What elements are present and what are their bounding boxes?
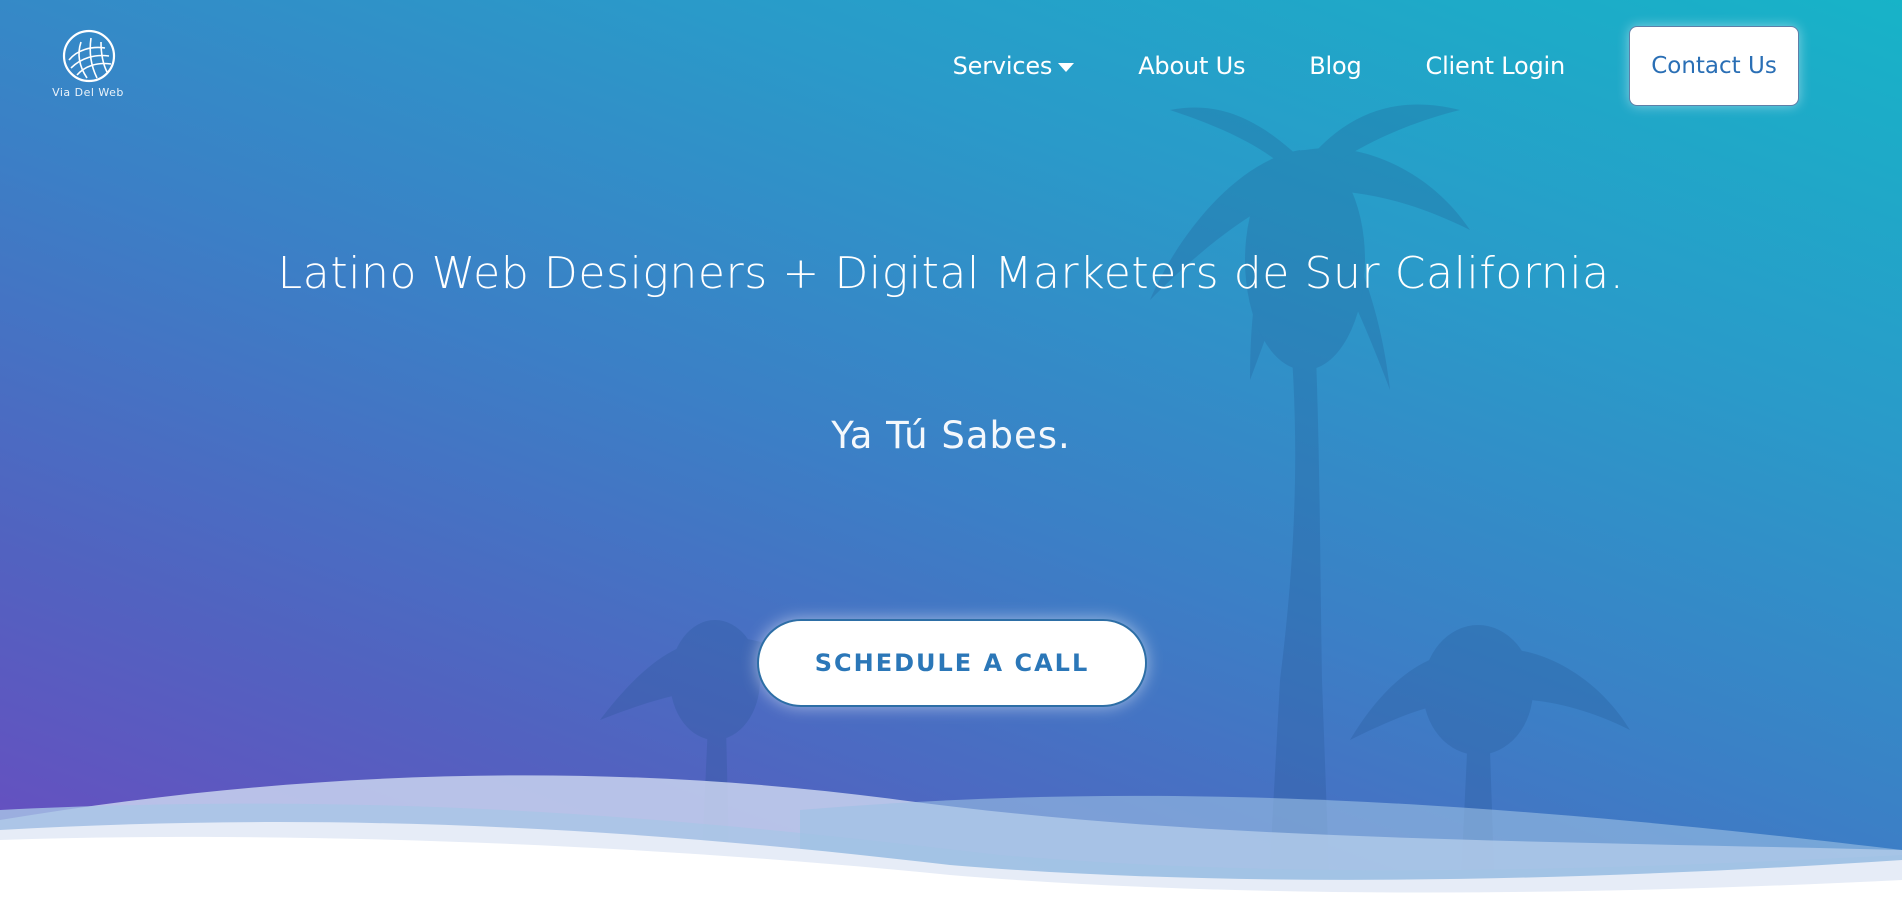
nav-item-label: Client Login <box>1425 52 1566 80</box>
main-nav: Services About Us Blog Client Login Cont… <box>953 26 1799 106</box>
nav-item-about-us[interactable]: About Us <box>1138 52 1245 80</box>
contact-us-button[interactable]: Contact Us <box>1629 26 1799 106</box>
brand-logo[interactable]: Via Del Web <box>46 28 130 102</box>
globe-icon <box>62 29 116 83</box>
nav-item-blog[interactable]: Blog <box>1309 52 1361 80</box>
hero-section: Via Del Web Services About Us Blog Clien… <box>0 0 1902 900</box>
schedule-a-call-button[interactable]: SCHEDULE A CALL <box>757 619 1147 707</box>
nav-item-label: Services <box>952 52 1053 80</box>
nav-item-label: About Us <box>1138 52 1246 80</box>
logo-text: Via Del Web <box>52 86 124 99</box>
hero-headline: Latino Web Designers + Digital Marketers… <box>277 248 1625 299</box>
nav-item-label: Blog <box>1309 52 1362 80</box>
wave-divider <box>0 775 1902 900</box>
hero-subheadline: Ya Tú Sabes. <box>831 414 1071 457</box>
nav-item-client-login[interactable]: Client Login <box>1425 52 1566 80</box>
chevron-down-icon <box>1058 62 1075 72</box>
nav-item-services[interactable]: Services <box>953 52 1075 80</box>
